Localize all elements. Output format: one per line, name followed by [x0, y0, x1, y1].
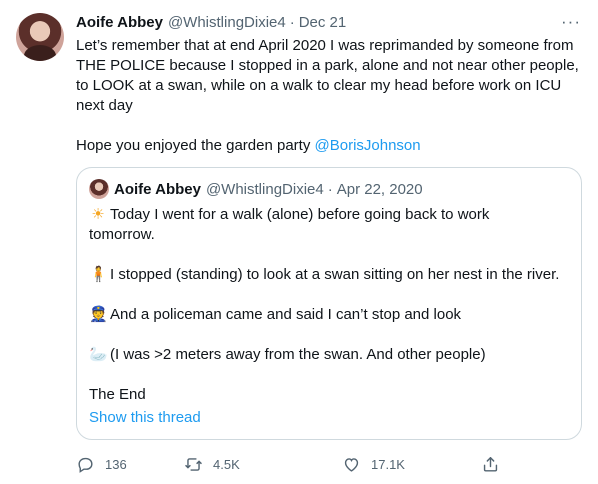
sun-icon: ☀ [91, 206, 105, 223]
quote-line: 👮 And a policeman came and said I can’t s… [89, 305, 569, 325]
quoted-author-avatar [89, 179, 109, 199]
tweet-date[interactable]: Dec 21 [299, 14, 347, 31]
swan-icon: 🦢 [89, 346, 108, 363]
person-standing-icon: 🧍 [89, 266, 108, 283]
tweet-header: Aoife Abbey @WhistlingDixie4 · Dec 21 ··… [76, 11, 582, 33]
quote-line [89, 285, 569, 305]
tweet-text-2-body: Hope you enjoyed the garden party [76, 137, 315, 154]
quote-line: 🧍 I stopped (standing) to look at a swan … [89, 265, 569, 285]
quote-line: tomorrow. [89, 226, 155, 243]
quote-line-text: I stopped (standing) to look at a swan s… [110, 266, 560, 283]
quoted-tweet-date: Apr 22, 2020 [336, 180, 423, 198]
quoted-author-handle: @WhistlingDixie4 [205, 180, 324, 198]
quoted-tweet[interactable]: Aoife Abbey @WhistlingDixie4 · Apr 22, 2… [76, 167, 582, 440]
share-icon [483, 456, 498, 472]
separator: · [327, 180, 333, 198]
more-options-icon[interactable]: ··· [560, 11, 582, 33]
quote-line [89, 365, 569, 385]
reply-count: 136 [105, 456, 127, 472]
share-button[interactable] [481, 452, 510, 476]
separator: · [289, 13, 295, 31]
retweet-button[interactable]: 4.5K [184, 452, 240, 476]
reply-icon [78, 457, 93, 473]
mention-link[interactable]: @BorisJohnson [315, 137, 421, 154]
quote-line [89, 325, 569, 345]
retweet-count: 4.5K [213, 456, 240, 472]
like-count: 17.1K [371, 456, 405, 472]
police-officer-icon: 👮 [89, 306, 108, 323]
quoted-tweet-text: ☀ Today I went for a walk (alone) before … [89, 205, 569, 405]
quote-line-text: Today I went for a walk (alone) before g… [110, 206, 490, 223]
author-handle[interactable]: @WhistlingDixie4 [168, 14, 286, 31]
author-avatar[interactable] [16, 13, 64, 61]
quoted-author-name: Aoife Abbey [114, 180, 201, 198]
heart-icon [344, 457, 359, 472]
quote-line: 🦢 (I was >2 meters away from the swan. An… [89, 345, 569, 365]
tweet-text-2: Hope you enjoyed the garden party @Boris… [76, 136, 421, 156]
quote-line-text: And a policeman came and said I can’t st… [110, 306, 462, 323]
tweet-text: Let’s remember that at end April 2020 I … [76, 37, 579, 114]
tweet-actions: 136 4.5K 17.1K [76, 452, 506, 476]
author-name[interactable]: Aoife Abbey [76, 14, 163, 31]
retweet-icon [185, 457, 202, 471]
like-button[interactable]: 17.1K [342, 452, 405, 476]
quote-line [89, 245, 569, 265]
quote-line-text: (I was >2 meters away from the swan. And… [110, 346, 486, 363]
reply-button[interactable]: 136 [76, 452, 127, 476]
quoted-tweet-header: Aoife Abbey @WhistlingDixie4 · Apr 22, 2… [89, 179, 423, 199]
quote-line: ☀ Today I went for a walk (alone) before … [89, 205, 569, 225]
quote-line: The End [89, 386, 146, 403]
show-thread-link[interactable]: Show this thread [89, 409, 201, 426]
